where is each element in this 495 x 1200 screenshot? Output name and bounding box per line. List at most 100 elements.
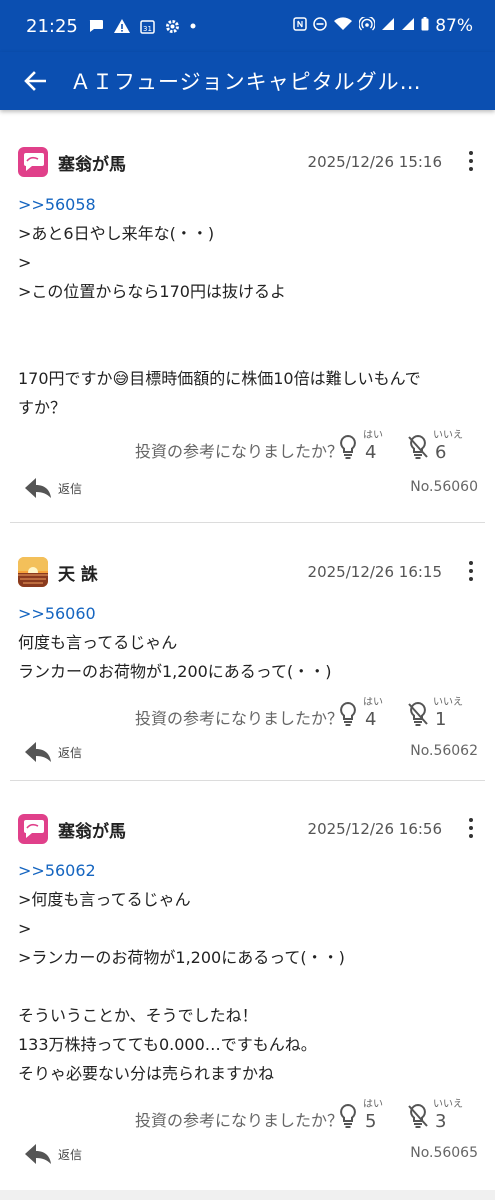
post-line: そういうことか、そうでしたね！ bbox=[18, 1006, 258, 1025]
svg-text:31: 31 bbox=[143, 25, 152, 33]
app-bar: ＡＩフュージョンキャピタルグル… bbox=[0, 52, 495, 110]
post-date: 2025/12/26 16:56 bbox=[307, 820, 442, 838]
post-line: 133万株持ってても0.000…ですもんね。 bbox=[18, 1035, 317, 1054]
battery-percent: 87% bbox=[435, 16, 473, 36]
post-header: 塞翁が馬 2025/12/26 16:56 bbox=[18, 812, 478, 844]
lightbulb-icon bbox=[340, 701, 356, 726]
post-number: No.56065 bbox=[410, 1145, 478, 1161]
reply-label: 返信 bbox=[58, 1147, 83, 1162]
lightbulb-off-icon bbox=[408, 1103, 428, 1128]
reply-label: 返信 bbox=[58, 745, 83, 760]
nfc-icon bbox=[293, 17, 307, 35]
hotspot-icon bbox=[358, 15, 376, 35]
warning-icon bbox=[113, 19, 130, 33]
dot-icon bbox=[190, 23, 196, 29]
lightbulb-icon bbox=[340, 1103, 356, 1128]
lightbulb-off-icon bbox=[408, 434, 428, 459]
settings-icon bbox=[165, 19, 180, 34]
yes-count: 4 bbox=[365, 442, 377, 463]
helpfulness-poll: 投資の参考になりましたか？ はい 4 いいえ 6 bbox=[77, 428, 477, 468]
post-date: 2025/12/26 16:15 bbox=[307, 563, 442, 581]
post-line: そりゃ必要ない分は売られますかね bbox=[18, 1064, 275, 1083]
signal-icon bbox=[401, 17, 415, 35]
post-number: No.56062 bbox=[410, 743, 478, 759]
post-line: > bbox=[18, 253, 32, 272]
post-line: ランカーのお荷物が1,200にあるって(・・) bbox=[18, 662, 332, 681]
username[interactable]: 塞翁が馬 bbox=[58, 817, 126, 842]
pink-chat-avatar[interactable] bbox=[18, 147, 48, 177]
post-header: 天 誅 2025/12/26 16:15 bbox=[18, 555, 478, 587]
divider bbox=[10, 780, 485, 781]
post-footer: 返信 No.56065 bbox=[18, 1139, 478, 1169]
yes-vote-button[interactable]: はい 5 bbox=[337, 1097, 397, 1137]
reply-button[interactable]: 返信 bbox=[24, 477, 82, 499]
more-options-icon[interactable] bbox=[464, 557, 478, 585]
reply-arrow-icon bbox=[25, 1144, 51, 1164]
poll-question: 投資の参考になりましたか？ bbox=[134, 1111, 343, 1130]
post-line bbox=[18, 972, 478, 1001]
yes-vote-button[interactable]: はい 4 bbox=[337, 695, 397, 735]
divider bbox=[10, 522, 485, 523]
poll-question: 投資の参考になりましたか？ bbox=[134, 709, 343, 728]
battery-icon bbox=[421, 17, 429, 35]
post-footer: 返信 No.56060 bbox=[18, 473, 478, 503]
yes-count: 5 bbox=[365, 1111, 377, 1132]
post-line: 170円ですか😅目標時価額的に株価10倍は難しいもんで bbox=[18, 369, 421, 388]
no-label: いいえ bbox=[433, 1099, 463, 1110]
no-label: いいえ bbox=[433, 430, 463, 441]
username[interactable]: 塞翁が馬 bbox=[58, 150, 126, 175]
post-line: >この位置からなら170円は抜けるよ bbox=[18, 282, 286, 301]
post-header: 塞翁が馬 2025/12/26 15:16 bbox=[18, 145, 478, 177]
no-count: 6 bbox=[435, 442, 447, 463]
yes-label: はい bbox=[363, 430, 383, 441]
pink-chat-avatar[interactable] bbox=[18, 814, 48, 844]
post-line: > bbox=[18, 919, 32, 938]
calendar-icon: 31 bbox=[140, 19, 155, 34]
post-body: >>56058 >あと6日やし来年な(・・) > >この位置からなら170円は抜… bbox=[18, 190, 478, 422]
post-footer: 返信 No.56062 bbox=[18, 737, 478, 767]
arrow-left-icon bbox=[24, 71, 46, 91]
post-body: >>56060 何度も言ってるじゃん ランカーのお荷物が1,200にあるって(・… bbox=[18, 599, 478, 686]
yes-count: 4 bbox=[365, 709, 377, 730]
poll-question: 投資の参考になりましたか？ bbox=[134, 442, 343, 461]
post-body: >>56062 >何度も言ってるじゃん > >ランカーのお荷物が1,200にある… bbox=[18, 856, 478, 1088]
no-count: 1 bbox=[435, 709, 447, 730]
page-title: ＡＩフュージョンキャピタルグル… bbox=[70, 70, 422, 94]
reply-to-link[interactable]: >>56062 bbox=[18, 856, 478, 885]
post-line: >何度も言ってるじゃん bbox=[18, 890, 191, 909]
username[interactable]: 天 誅 bbox=[58, 560, 98, 585]
yes-vote-button[interactable]: はい 4 bbox=[337, 428, 397, 468]
status-time: 21:25 bbox=[26, 15, 78, 37]
yes-label: はい bbox=[363, 697, 383, 708]
no-vote-button[interactable]: いいえ 6 bbox=[407, 428, 467, 468]
status-bar: 21:25 31 87% bbox=[0, 0, 495, 52]
dnd-icon bbox=[313, 17, 327, 35]
post-item: 塞翁が馬 2025/12/26 16:56 >>56062 >何度も言ってるじゃ… bbox=[0, 812, 495, 1182]
more-options-icon[interactable] bbox=[464, 147, 478, 175]
reply-button[interactable]: 返信 bbox=[24, 1143, 82, 1165]
reply-button[interactable]: 返信 bbox=[24, 741, 82, 763]
no-vote-button[interactable]: いいえ 1 bbox=[407, 695, 467, 735]
post-date: 2025/12/26 15:16 bbox=[307, 153, 442, 171]
reply-to-link[interactable]: >>56058 bbox=[18, 190, 478, 219]
no-vote-button[interactable]: いいえ 3 bbox=[407, 1097, 467, 1137]
no-label: いいえ bbox=[433, 697, 463, 708]
more-options-icon[interactable] bbox=[464, 814, 478, 842]
reply-arrow-icon bbox=[25, 742, 51, 762]
back-button[interactable] bbox=[0, 52, 70, 110]
post-line: 何度も言ってるじゃん bbox=[18, 633, 178, 652]
reply-arrow-icon bbox=[25, 478, 51, 498]
wifi-icon bbox=[333, 17, 353, 35]
post-line bbox=[18, 306, 478, 335]
reply-to-link[interactable]: >>56060 bbox=[18, 599, 478, 628]
helpfulness-poll: 投資の参考になりましたか？ はい 5 いいえ 3 bbox=[77, 1097, 477, 1137]
post-line: >あと6日やし来年な(・・) bbox=[18, 224, 215, 243]
signal-icon bbox=[381, 17, 395, 35]
helpfulness-poll: 投資の参考になりましたか？ はい 4 いいえ 1 bbox=[77, 695, 477, 735]
sunset-avatar[interactable] bbox=[18, 557, 48, 587]
post-line: すか？ bbox=[18, 398, 67, 417]
lightbulb-off-icon bbox=[408, 701, 428, 726]
reply-label: 返信 bbox=[58, 481, 83, 496]
chat-bubble-icon bbox=[88, 19, 104, 33]
post-number: No.56060 bbox=[410, 479, 478, 495]
